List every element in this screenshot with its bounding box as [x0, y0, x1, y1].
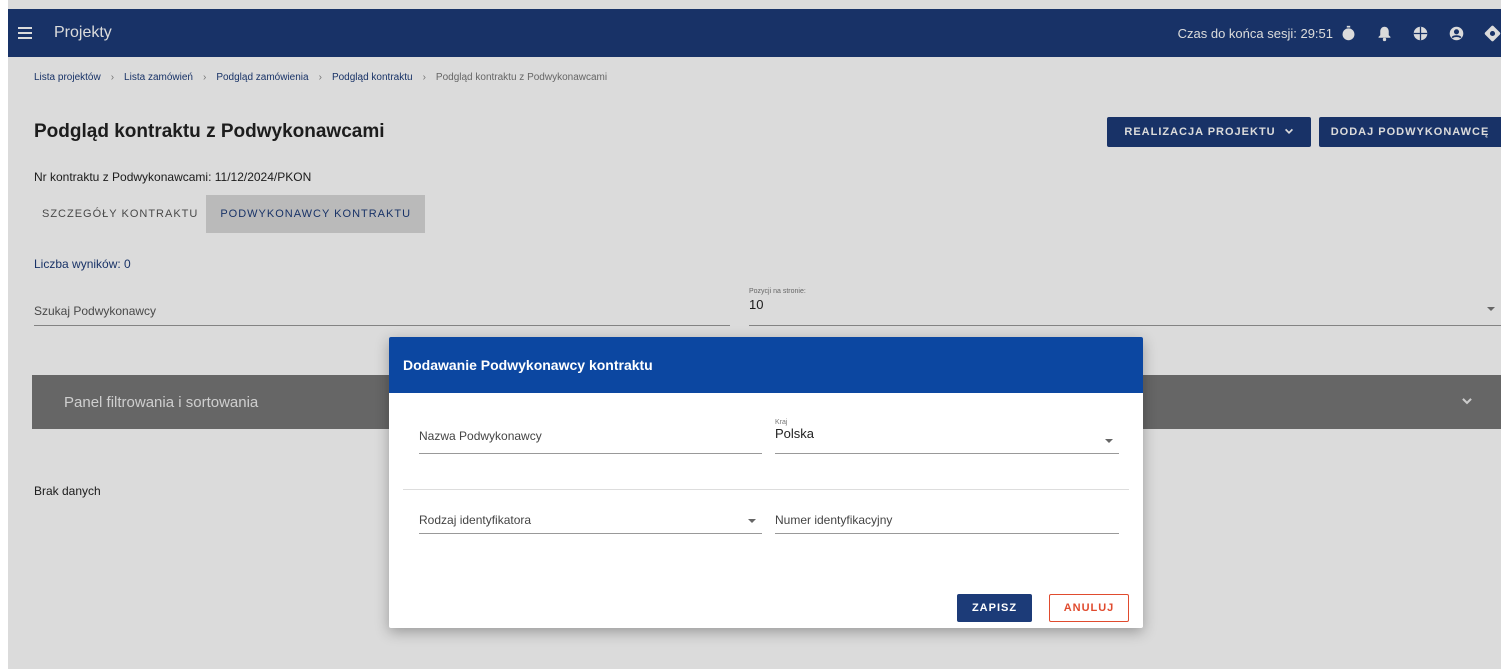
- left-edge: [0, 0, 8, 669]
- dropdown-caret-icon: [1105, 439, 1113, 443]
- dialog-divider: [403, 489, 1129, 490]
- identification-number-field[interactable]: Numer identyfikacyjny: [775, 511, 1119, 534]
- subcontractor-name-placeholder: Nazwa Podwykonawcy: [419, 429, 542, 443]
- subcontractor-name-field[interactable]: Nazwa Podwykonawcy: [419, 427, 762, 454]
- country-value: Polska: [775, 426, 815, 441]
- add-subcontractor-dialog: Dodawanie Podwykonawcy kontraktu Nazwa P…: [389, 337, 1143, 628]
- identifier-type-placeholder: Rodzaj identyfikatora: [419, 513, 532, 527]
- dropdown-caret-icon: [748, 519, 756, 523]
- dialog-title: Dodawanie Podwykonawcy kontraktu: [389, 337, 1143, 393]
- identifier-type-select[interactable]: Rodzaj identyfikatora: [419, 511, 762, 534]
- cancel-button[interactable]: ANULUJ: [1049, 594, 1129, 622]
- identification-number-placeholder: Numer identyfikacyjny: [775, 513, 893, 527]
- country-label: Kraj: [775, 419, 788, 426]
- country-select[interactable]: Kraj Polska: [775, 419, 1119, 454]
- save-button[interactable]: ZAPISZ: [957, 594, 1032, 622]
